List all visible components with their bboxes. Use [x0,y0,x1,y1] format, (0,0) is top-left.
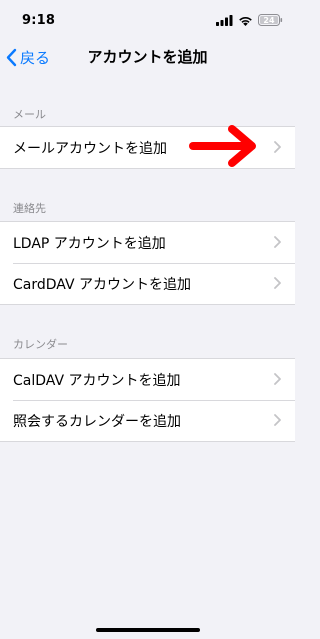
section-header-calendar: カレンダー [13,338,68,351]
battery-level: 24 [263,16,275,25]
wifi-icon [239,16,252,26]
add-caldav-account-row[interactable]: CalDAV アカウントを追加 [0,359,295,400]
section-header-mail: メール [13,108,46,121]
section-header-contacts: 連絡先 [13,202,46,215]
status-bar: 9:18 24 [0,0,295,40]
chevron-right-icon [274,236,281,248]
add-ldap-account-row[interactable]: LDAP アカウントを追加 [0,222,295,263]
row-label: LDAP アカウントを追加 [13,235,166,252]
row-label: CalDAV アカウントを追加 [13,372,181,389]
signal-icon [216,14,233,26]
add-carddav-account-row[interactable]: CardDAV アカウントを追加 [0,263,295,304]
chevron-right-icon [274,373,281,385]
section-group-calendar: CalDAV アカウントを追加 照会するカレンダーを追加 [0,358,295,442]
chevron-right-icon [274,414,281,426]
screen: 9:18 24 戻る アカウントを追加 メール メールアカウントを追加 連絡先 … [0,0,295,639]
home-indicator[interactable] [96,628,200,632]
row-label: CardDAV アカウントを追加 [13,276,191,293]
row-label: 照会するカレンダーを追加 [13,413,181,430]
section-group-contacts: LDAP アカウントを追加 CardDAV アカウントを追加 [0,221,295,305]
chevron-right-icon [274,277,281,289]
status-icons: 24 [216,14,283,26]
red-arrow-annotation-icon [189,125,256,167]
navigation-bar: 戻る アカウントを追加 [0,40,295,74]
battery-icon: 24 [258,14,283,26]
add-subscribed-calendar-row[interactable]: 照会するカレンダーを追加 [0,400,295,441]
page-title: アカウントを追加 [87,48,208,66]
row-label: メールアカウントを追加 [13,140,167,157]
status-time: 9:18 [22,13,56,28]
chevron-right-icon [274,141,281,153]
